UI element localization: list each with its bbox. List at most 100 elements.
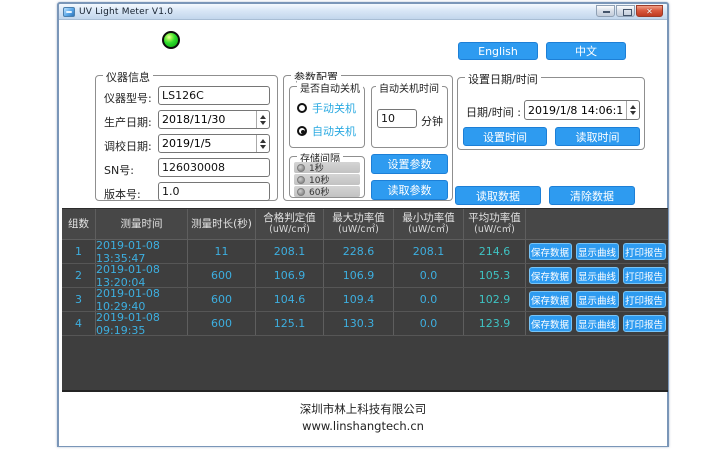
cell-min: 208.1 [394,240,464,263]
cell-avg: 214.6 [464,240,526,263]
spin-down-icon[interactable] [630,111,636,115]
cell-min: 0.0 [394,288,464,311]
cell-max: 130.3 [324,312,394,335]
spin-up-icon[interactable] [260,115,266,119]
language-english-button[interactable]: English [458,42,538,60]
calibration-date-input[interactable] [159,135,256,152]
auto-off-mode-title: 是否自动关机 [297,80,363,95]
header-duration: 测量时长(秒) [188,209,256,239]
datetime-label: 日期/时间 : [466,104,521,120]
cell-actions: 保存数据 显示曲线 打印报告 [526,264,668,287]
production-date-input[interactable] [159,111,256,128]
print-report-button[interactable]: 打印报告 [623,291,666,308]
cell-group: 1 [62,240,96,263]
header-actions [526,209,668,239]
interval-1s-radio[interactable]: 1秒 [294,162,360,173]
read-params-button[interactable]: 读取参数 [371,180,448,200]
calibration-date-label: 调校日期: [104,138,152,154]
cell-min: 0.0 [394,264,464,287]
radio-checked-icon[interactable] [297,126,307,136]
show-curve-button[interactable]: 显示曲线 [576,267,619,284]
manual-off-radio[interactable]: 手动关机 [297,100,356,116]
table-row[interactable]: 4 2019-01-08 09:19:35 600 125.1 130.3 0.… [62,312,668,336]
cell-qualified: 208.1 [256,240,324,263]
datetime-spin-buttons[interactable] [626,101,639,119]
spin-down-icon[interactable] [260,145,266,149]
title-bar[interactable]: UV Light Meter V1.0 [59,4,667,20]
version-label: 版本号: [104,186,141,202]
interval-10s-radio[interactable]: 10秒 [294,174,360,185]
datetime-group-title: 设置日期/时间 [465,71,541,87]
status-led-indicator [162,31,180,49]
language-chinese-button[interactable]: 中文 [546,42,626,60]
radio-disabled-icon [297,188,305,196]
print-report-button[interactable]: 打印报告 [623,267,666,284]
spin-up-icon[interactable] [630,105,636,109]
production-date-label: 生产日期: [104,114,152,130]
auto-off-label: 自动关机 [312,123,356,139]
interval-60s-radio[interactable]: 60秒 [294,186,360,197]
cell-qualified: 125.1 [256,312,324,335]
table-row[interactable]: 1 2019-01-08 13:35:47 11 208.1 228.6 208… [62,240,668,264]
cell-avg: 123.9 [464,312,526,335]
print-report-button[interactable]: 打印报告 [623,315,666,332]
spin-up-icon[interactable] [260,139,266,143]
save-data-button[interactable]: 保存数据 [529,291,572,308]
window-title: UV Light Meter V1.0 [79,7,173,17]
cell-avg: 102.9 [464,288,526,311]
cell-max: 228.6 [324,240,394,263]
calibration-date-spin-buttons[interactable] [256,135,269,152]
header-avg: 平均功率值(uW/c㎡) [464,209,526,239]
table-row[interactable]: 2 2019-01-08 13:20:04 600 106.9 106.9 0.… [62,264,668,288]
cell-actions: 保存数据 显示曲线 打印报告 [526,240,668,263]
spin-down-icon[interactable] [260,121,266,125]
manual-off-label: 手动关机 [312,100,356,116]
print-report-button[interactable]: 打印报告 [623,243,666,260]
cell-max: 109.4 [324,288,394,311]
cell-qualified: 106.9 [256,264,324,287]
show-curve-button[interactable]: 显示曲线 [576,291,619,308]
interval-60s-label: 60秒 [309,185,329,198]
calibration-date-spinner [158,134,270,153]
radio-unchecked-icon[interactable] [297,103,307,113]
app-window: UV Light Meter V1.0 English 中文 仪器信息 仪器型号… [57,2,669,447]
sn-input[interactable] [158,158,270,177]
cell-actions: 保存数据 显示曲线 打印报告 [526,312,668,335]
set-time-button[interactable]: 设置时间 [463,127,547,146]
table-row[interactable]: 3 2019-01-08 10:29:40 600 104.6 109.4 0.… [62,288,668,312]
cell-max: 106.9 [324,264,394,287]
cell-duration: 600 [188,264,256,287]
cell-duration: 600 [188,288,256,311]
model-input[interactable] [158,86,270,105]
version-input[interactable] [158,182,270,201]
model-label: 仪器型号: [104,90,152,106]
show-curve-button[interactable]: 显示曲线 [576,243,619,260]
close-button[interactable] [636,5,663,17]
show-curve-button[interactable]: 显示曲线 [576,315,619,332]
set-params-button[interactable]: 设置参数 [371,154,448,174]
cell-group: 3 [62,288,96,311]
datetime-spinner [524,100,640,120]
auto-off-time-input[interactable] [377,109,417,128]
auto-off-time-group: 自动关机时间 分钟 [371,86,448,148]
save-data-button[interactable]: 保存数据 [529,267,572,284]
save-data-button[interactable]: 保存数据 [529,243,572,260]
storage-interval-group: 存储间隔 1秒 10秒 60秒 [289,156,365,198]
maximize-button[interactable] [616,5,635,17]
production-date-spin-buttons[interactable] [256,111,269,128]
param-config-group: 参数配置 是否自动关机 手动关机 自动关机 自动关机时间 分钟 存储间隔 [283,75,453,201]
minimize-button[interactable] [596,5,615,17]
clear-data-button[interactable]: 清除数据 [549,186,635,205]
datetime-input[interactable] [525,101,626,119]
save-data-button[interactable]: 保存数据 [529,315,572,332]
cell-time: 2019-01-08 10:29:40 [96,288,188,311]
radio-disabled-icon [297,176,305,184]
auto-off-radio[interactable]: 自动关机 [297,123,356,139]
cell-time: 2019-01-08 09:19:35 [96,312,188,335]
read-time-button[interactable]: 读取时间 [555,127,640,146]
header-max: 最大功率值(uW/c㎡) [324,209,394,239]
header-time: 测量时间 [96,209,188,239]
header-qualified: 合格判定值(uW/c㎡) [256,209,324,239]
read-data-button[interactable]: 读取数据 [455,186,541,205]
auto-off-mode-group: 是否自动关机 手动关机 自动关机 [289,86,365,148]
